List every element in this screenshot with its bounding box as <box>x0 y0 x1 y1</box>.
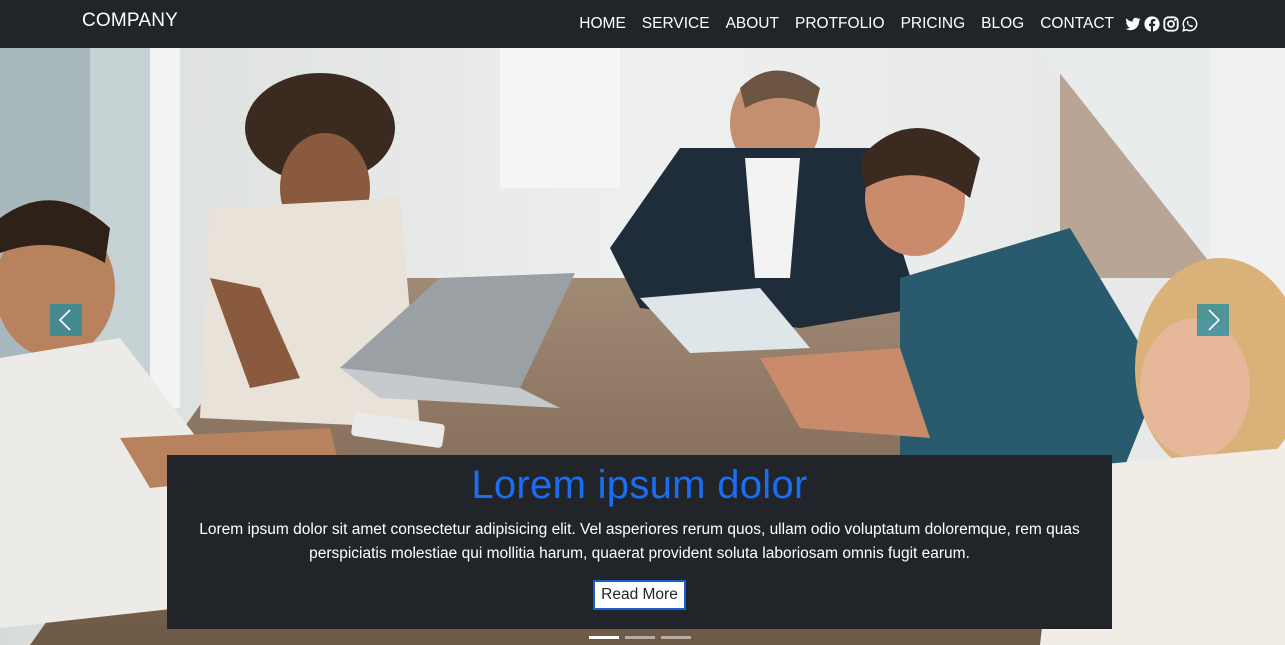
read-more-button[interactable]: Read More <box>593 580 686 610</box>
carousel-indicators <box>589 636 697 639</box>
carousel-indicator[interactable] <box>661 636 691 639</box>
chevron-left-icon <box>58 309 71 331</box>
nav-link-home[interactable]: HOME <box>579 15 626 33</box>
whatsapp-icon[interactable] <box>1182 16 1198 32</box>
nav-link-service[interactable]: SERVICE <box>642 15 710 33</box>
brand-logo[interactable]: COMPANY <box>82 10 178 32</box>
navbar: COMPANY HOME SERVICE ABOUT PROTFOLIO PRI… <box>0 0 1285 48</box>
nav-link-about[interactable]: ABOUT <box>726 15 779 33</box>
nav-link-portfolio[interactable]: PROTFOLIO <box>795 15 885 33</box>
carousel-next-button[interactable] <box>1197 304 1229 336</box>
hero-carousel: Lorem ipsum dolor Lorem ipsum dolor sit … <box>0 48 1285 645</box>
social-links <box>1122 16 1198 32</box>
nav-link-blog[interactable]: BLOG <box>981 15 1024 33</box>
instagram-icon[interactable] <box>1163 16 1179 32</box>
nav-link-pricing[interactable]: PRICING <box>901 15 966 33</box>
twitter-icon[interactable] <box>1125 16 1141 32</box>
chevron-right-icon <box>1208 309 1221 331</box>
carousel-indicator[interactable] <box>625 636 655 639</box>
carousel-caption: Lorem ipsum dolor Lorem ipsum dolor sit … <box>167 455 1112 629</box>
carousel-prev-button[interactable] <box>50 304 82 336</box>
nav-link-contact[interactable]: CONTACT <box>1040 15 1114 33</box>
facebook-icon[interactable] <box>1144 16 1160 32</box>
nav-links: HOME SERVICE ABOUT PROTFOLIO PRICING BLO… <box>579 0 1198 48</box>
caption-title: Lorem ipsum dolor <box>471 463 808 507</box>
caption-text: Lorem ipsum dolor sit amet consectetur a… <box>199 521 1080 562</box>
carousel-indicator[interactable] <box>589 636 619 639</box>
